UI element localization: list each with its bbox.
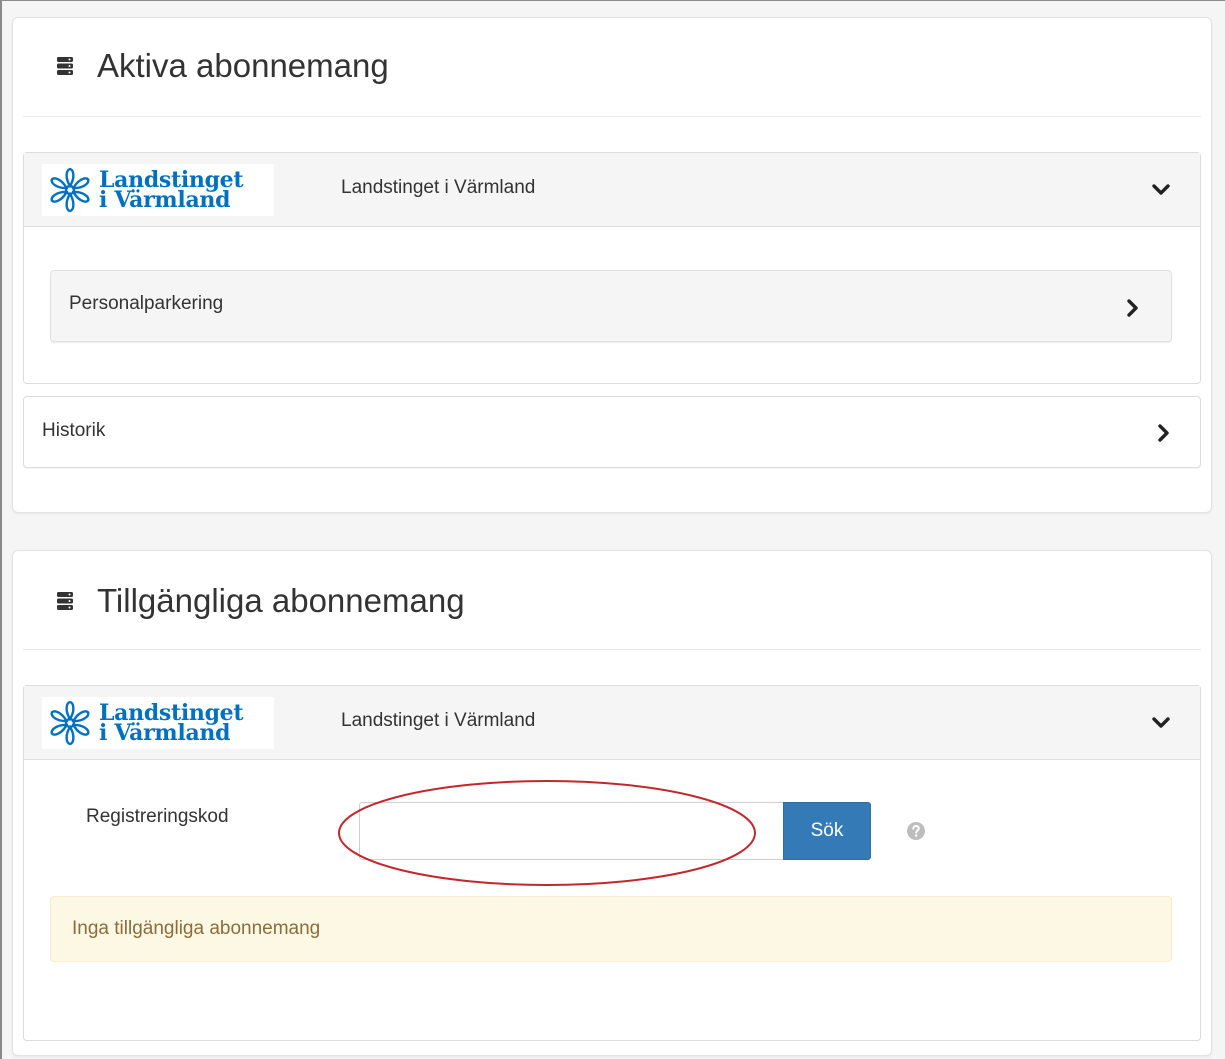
divider: [23, 116, 1201, 117]
registration-code-input[interactable]: [359, 802, 783, 860]
organization-name: Landstinget i Värmland: [341, 710, 536, 731]
active-subscriptions-heading: Aktiva abonnemang: [57, 36, 389, 96]
flower-logo-icon: [50, 700, 90, 746]
chevron-down-icon[interactable]: [1152, 181, 1170, 199]
server-stack-icon: [57, 592, 73, 610]
history-label: Historik: [42, 420, 106, 441]
history-link[interactable]: Historik: [23, 396, 1201, 468]
logo-text-line2: i Värmland: [99, 187, 231, 213]
chevron-right-icon: [1127, 299, 1138, 317]
organization-name: Landstinget i Värmland: [341, 177, 536, 198]
available-subscriptions-heading: Tillgängliga abonnemang: [57, 571, 465, 631]
subscription-item-personalparkering[interactable]: Personalparkering: [50, 270, 1172, 342]
available-subscriptions-panel: Tillgängliga abonnemang Landstinget i Vä…: [12, 550, 1212, 1056]
no-subscriptions-alert: Inga tillgängliga abonnemang: [50, 896, 1172, 962]
organization-accordion: Landstinget i Värmland Landstinget i Vär…: [23, 152, 1201, 384]
organization-accordion-header[interactable]: Landstinget i Värmland Landstinget i Vär…: [24, 153, 1200, 227]
organization-logo: Landstinget i Värmland: [42, 164, 274, 216]
alert-text: Inga tillgängliga abonnemang: [72, 918, 321, 939]
registration-code-label: Registreringskod: [86, 806, 229, 827]
logo-text-line2: i Värmland: [99, 720, 231, 746]
divider: [23, 649, 1201, 650]
panel-title-text: Tillgängliga abonnemang: [97, 582, 465, 619]
active-subscriptions-panel: Aktiva abonnemang Landstinget i Värmland…: [12, 17, 1212, 513]
chevron-right-icon: [1158, 424, 1169, 442]
organization-logo: Landstinget i Värmland: [42, 697, 274, 749]
organization-accordion-header[interactable]: Landstinget i Värmland Landstinget i Vär…: [24, 686, 1200, 760]
question-circle-icon[interactable]: [906, 821, 926, 841]
subscription-item-label: Personalparkering: [69, 293, 224, 314]
organization-accordion: Landstinget i Värmland Landstinget i Vär…: [23, 685, 1201, 1041]
flower-logo-icon: [50, 167, 90, 213]
panel-title-text: Aktiva abonnemang: [97, 47, 389, 84]
search-button[interactable]: Sök: [783, 802, 871, 860]
chevron-down-icon[interactable]: [1152, 714, 1170, 732]
server-stack-icon: [57, 57, 73, 75]
page-frame: Aktiva abonnemang Landstinget i Värmland…: [0, 0, 1225, 1059]
